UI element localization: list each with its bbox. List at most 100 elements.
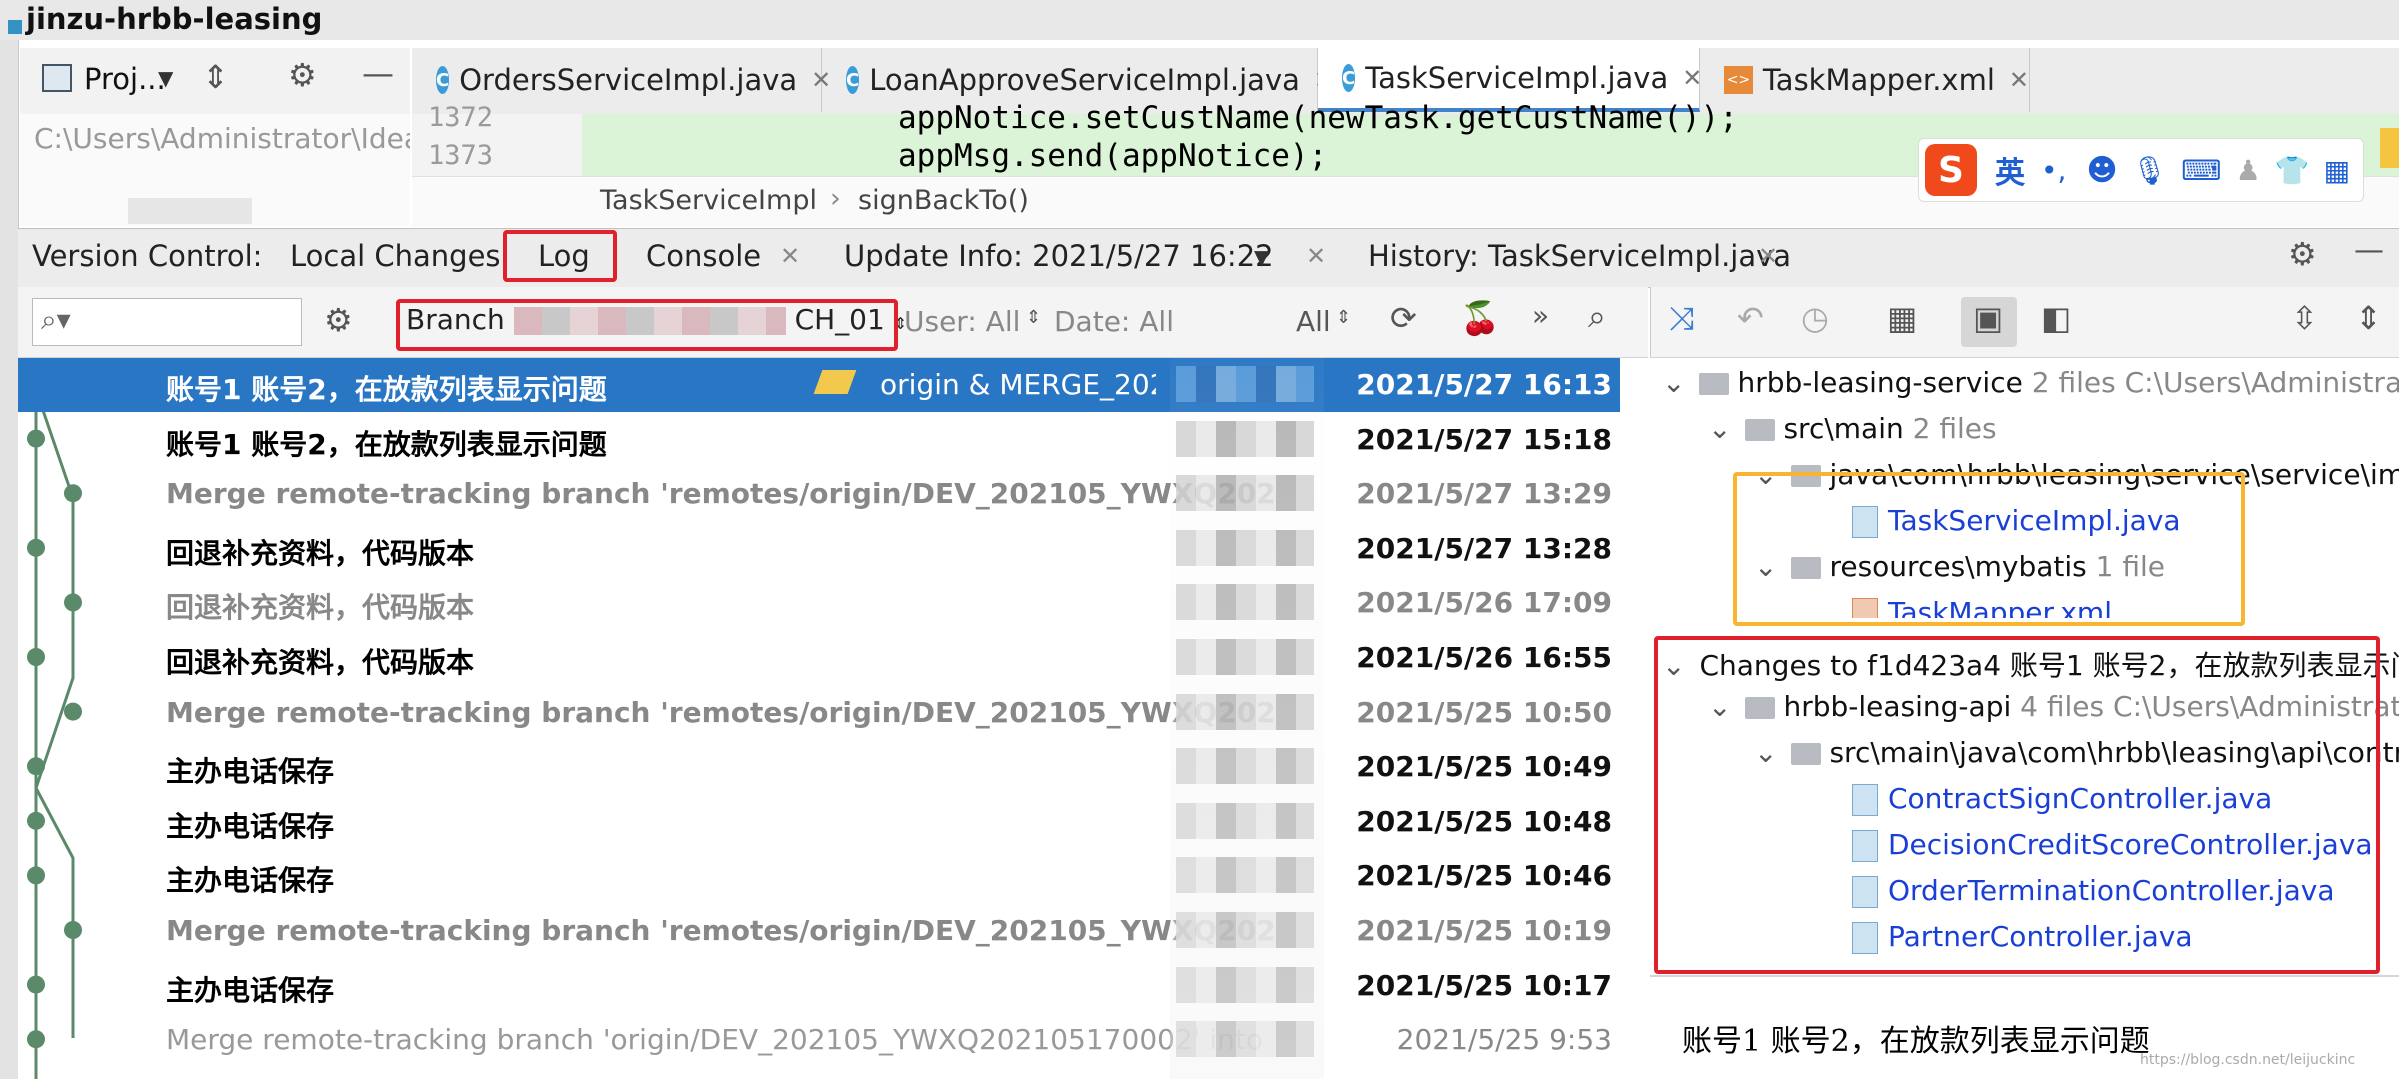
- line-number: 1373: [428, 140, 494, 171]
- commit-message: Merge remote-tracking branch 'remotes/or…: [166, 477, 1276, 511]
- module-name: hrbb-leasing-service: [1737, 366, 2023, 399]
- branch-tag-icon: [813, 370, 857, 394]
- commit-row[interactable]: Merge remote-tracking branch 'origin/DEV…: [18, 1013, 1620, 1067]
- ime-toolbar: S 英 •, ☻ 🎙 ⌨ ♟ 👕 ▦: [1918, 138, 2364, 202]
- collapse-all-icon[interactable]: ⇕: [2355, 299, 2382, 337]
- class-icon: C: [846, 66, 860, 94]
- ime-language[interactable]: 英: [1995, 148, 2025, 192]
- tab-local-changes[interactable]: Local Changes: [290, 239, 501, 273]
- commit-row[interactable]: 主办电话保存 2021/5/25 10:46: [18, 849, 1620, 903]
- commit-message-detail: 账号1 账号2，在放款列表显示问题: [1682, 1024, 2150, 1059]
- expand-all-icon[interactable]: ⇳: [2291, 299, 2318, 337]
- minimize-icon[interactable]: —: [2354, 233, 2384, 268]
- chevron-down-icon[interactable]: ▼: [158, 66, 173, 90]
- tab-label: TaskServiceImpl.java: [1365, 61, 1669, 95]
- date-filter[interactable]: Date: All: [1054, 305, 1174, 338]
- line-gutter: 1372 1373: [412, 102, 582, 176]
- commit-row[interactable]: 回退补充资料，代码版本 2021/5/26 17:09: [18, 576, 1620, 630]
- commit-date: 2021/5/27 16:13: [1356, 368, 1612, 401]
- search-icon[interactable]: ⌕: [1588, 297, 1606, 336]
- commit-row[interactable]: Merge remote-tracking branch 'remotes/or…: [18, 686, 1620, 740]
- commit-row[interactable]: Merge remote-tracking branch 'remotes/or…: [18, 467, 1620, 521]
- sort-arrows-icon: ⇕: [1026, 307, 1042, 328]
- commit-message: 主办电话保存: [166, 809, 335, 843]
- class-icon: C: [1342, 64, 1356, 92]
- project-view-icon[interactable]: [42, 64, 72, 92]
- revert-icon[interactable]: ↶: [1737, 299, 1764, 337]
- commit-date: 2021/5/25 10:48: [1356, 804, 1612, 838]
- commit-message: Merge remote-tracking branch 'remotes/or…: [166, 914, 1276, 947]
- commit-row[interactable]: 主办电话保存 2021/5/25 10:48: [18, 795, 1620, 849]
- expand-diff-icon[interactable]: ⤨: [1669, 299, 1695, 338]
- tab-console[interactable]: Console: [646, 239, 761, 273]
- chevron-down-icon[interactable]: ▼: [1254, 245, 1269, 269]
- window-title: jinzu-hrbb-leasing: [26, 2, 323, 36]
- search-icon: ⌕▾: [41, 303, 71, 336]
- more-icon[interactable]: »: [1532, 299, 1549, 332]
- tab-task-mapper-xml[interactable]: <> TaskMapper.xml ✕: [1700, 48, 2030, 112]
- close-icon[interactable]: ✕: [1306, 242, 1326, 270]
- collapse-icon[interactable]: ⇕: [202, 58, 229, 96]
- skin-icon[interactable]: 👕: [2275, 154, 2310, 187]
- code-line[interactable]: appNotice.setCustName(newTask.getCustNam…: [898, 100, 1738, 136]
- gear-icon[interactable]: ⚙: [288, 56, 317, 94]
- search-input[interactable]: ⌕▾: [32, 298, 302, 346]
- commit-row[interactable]: 账号1 账号2，在放款列表显示问题 origin & MERGE_2020 2021…: [18, 358, 1620, 412]
- line-number: 1372: [428, 102, 494, 133]
- changes-highlight: [1654, 636, 2380, 974]
- breadcrumb-class[interactable]: TaskServiceImpl: [600, 185, 817, 216]
- microphone-icon[interactable]: 🎙: [2132, 154, 2168, 187]
- horizontal-scrollbar[interactable]: [128, 198, 252, 224]
- commit-row[interactable]: 回退补充资料，代码版本 2021/5/26 16:55: [18, 631, 1620, 685]
- panel-right-icon[interactable]: ◧: [2041, 299, 2071, 337]
- toolbox-icon[interactable]: ▦: [2324, 154, 2350, 187]
- close-icon[interactable]: ✕: [1758, 242, 1778, 270]
- tab-history[interactable]: History: TaskServiceImpl.java: [1368, 239, 1791, 273]
- commit-message: Merge remote-tracking branch 'remotes/or…: [166, 695, 1276, 729]
- user-filter[interactable]: User: All: [904, 305, 1020, 338]
- commit-row[interactable]: 主办电话保存 2021/5/25 10:17: [18, 959, 1620, 1013]
- commit-row[interactable]: 回退补充资料，代码版本 2021/5/27 13:28: [18, 522, 1620, 576]
- minimize-icon[interactable]: —: [362, 54, 394, 92]
- left-tool-strip: [0, 40, 19, 1079]
- breadcrumb-separator: ›: [830, 183, 841, 214]
- history-icon[interactable]: ◷: [1801, 299, 1829, 337]
- tab-update-info[interactable]: Update Info: 2021/5/27 16:22: [844, 239, 1274, 273]
- panel-divider[interactable]: [1650, 975, 2399, 977]
- commit-row[interactable]: 账号1 账号2，在放款列表显示问题 2021/5/27 15:18: [18, 413, 1620, 467]
- commit-message: 主办电话保存: [166, 864, 335, 898]
- cherry-pick-icon[interactable]: 🍒: [1460, 299, 1500, 337]
- keyboard-icon[interactable]: ⌨: [2181, 154, 2221, 187]
- breadcrumb-method[interactable]: signBackTo(): [858, 185, 1029, 216]
- commit-date: 2021/5/27 13:29: [1356, 477, 1612, 511]
- app-icon: [8, 20, 22, 34]
- tree-node-service-module[interactable]: ⌄ hrbb-leasing-service 2 files C:\Users\A…: [1662, 366, 2399, 399]
- close-icon[interactable]: ✕: [2009, 66, 2029, 94]
- emoji-icon[interactable]: ☻: [2086, 153, 2117, 188]
- commit-refs: origin & MERGE_2020: [880, 368, 1156, 401]
- project-panel-header: Proj... ▼ ⇕ ⚙ —: [20, 48, 410, 115]
- commit-message: 账号1 账号2，在放款列表显示问题: [166, 373, 607, 406]
- sort-arrows-icon: ⇕: [1336, 307, 1352, 328]
- refresh-icon[interactable]: ⟳: [1390, 299, 1417, 337]
- project-panel-label[interactable]: Proj...: [84, 62, 166, 96]
- gear-icon[interactable]: ⚙: [2288, 235, 2317, 273]
- title-bar: [0, 0, 2399, 40]
- code-line[interactable]: appMsg.send(appNotice);: [898, 138, 1327, 174]
- commit-message: 回退补充资料，代码版本: [166, 536, 475, 570]
- commit-row[interactable]: 主办电话保存 2021/5/25 10:49: [18, 740, 1620, 794]
- close-icon[interactable]: ✕: [780, 242, 800, 270]
- chevron-down-icon: ⌄: [1662, 366, 1686, 399]
- commit-row[interactable]: Merge remote-tracking branch 'remotes/or…: [18, 904, 1620, 958]
- sogou-logo-icon[interactable]: S: [1925, 144, 1977, 196]
- tab-label: LoanApproveServiceImpl.java: [869, 63, 1300, 97]
- project-tree: C:\Users\Administrator\IdeaI: [20, 114, 410, 226]
- commit-message: 回退补充资料，代码版本: [166, 591, 475, 625]
- group-by-icon[interactable]: ▦: [1887, 299, 1917, 337]
- user-icon[interactable]: ♟: [2236, 154, 2261, 187]
- project-path[interactable]: C:\Users\Administrator\IdeaI: [34, 122, 410, 155]
- settings-icon[interactable]: ⚙: [324, 301, 353, 339]
- tree-node-src-main[interactable]: ⌄ src\main 2 files: [1708, 412, 1997, 445]
- panel-bottom-icon[interactable]: ▣: [1973, 299, 2003, 337]
- ime-punct[interactable]: •,: [2041, 154, 2066, 187]
